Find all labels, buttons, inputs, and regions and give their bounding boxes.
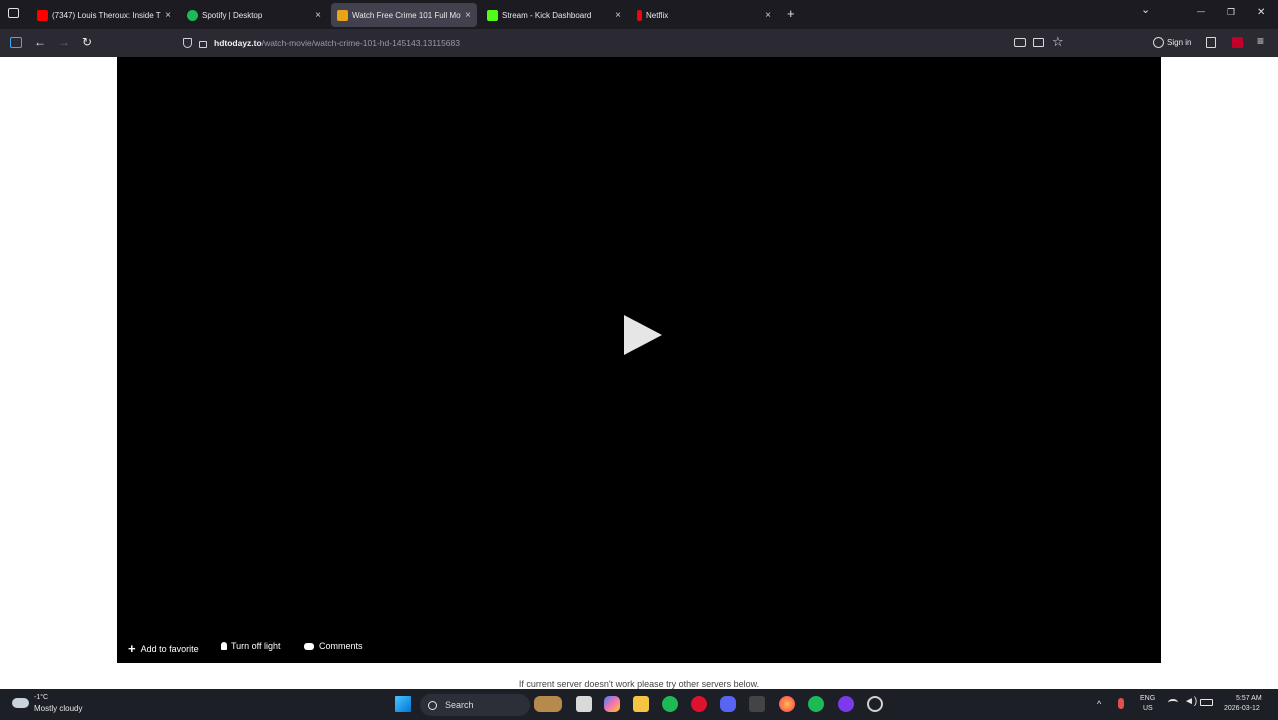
- nav-bar: ← → ↻ hdtodayz.to /watch-movie/watch-cri…: [0, 29, 1278, 57]
- close-window-button[interactable]: ✕: [1257, 7, 1265, 18]
- forward-arrow-icon[interactable]: →: [58, 35, 70, 49]
- tab-netflix[interactable]: Netflix ×: [631, 3, 777, 27]
- maximize-button[interactable]: ❐: [1227, 7, 1235, 18]
- copilot-icon[interactable]: [604, 696, 620, 712]
- discord-icon[interactable]: [720, 696, 736, 712]
- language-top[interactable]: ENG: [1140, 695, 1155, 702]
- new-tab-button[interactable]: +: [787, 6, 795, 21]
- site-icon: [337, 9, 348, 21]
- settings-icon[interactable]: [867, 696, 883, 712]
- tab-watch-movie[interactable]: Watch Free Crime 101 Full Mov ×: [331, 3, 477, 27]
- sign-in-button[interactable]: Sign in: [1167, 38, 1191, 47]
- netflix-icon: [637, 9, 642, 21]
- tab-label: (7347) Louis Theroux: Inside Th: [52, 10, 162, 20]
- tab-strip: (7347) Louis Theroux: Inside Th × Spotif…: [0, 0, 1278, 29]
- sidebar-toggle-icon[interactable]: [10, 37, 22, 48]
- lightbulb-icon: [221, 642, 227, 650]
- task-view-icon[interactable]: [576, 696, 592, 712]
- search-icon: [428, 700, 437, 710]
- minimize-button[interactable]: —: [1197, 7, 1205, 16]
- taskbar-search-box[interactable]: Search: [420, 694, 530, 716]
- tab-label: Stream - Kick Dashboard: [502, 10, 592, 20]
- comments-icon: [304, 642, 314, 650]
- clock-time[interactable]: 5:57 AM: [1236, 695, 1262, 702]
- tab-overflow-icon[interactable]: ⌄: [1141, 3, 1150, 16]
- tab-close-icon[interactable]: ×: [615, 10, 621, 21]
- lock-icon[interactable]: [199, 41, 207, 48]
- volume-icon[interactable]: ◄): [1184, 696, 1197, 707]
- video-player[interactable]: + Add to favorite Turn off light Comment…: [117, 57, 1161, 663]
- reload-icon[interactable]: ↻: [82, 35, 92, 49]
- clock-date[interactable]: 2026-03-12: [1224, 705, 1260, 712]
- weather-temperature[interactable]: -1°C: [34, 694, 48, 701]
- back-arrow-icon[interactable]: ←: [34, 35, 46, 49]
- tab-spotify[interactable]: Spotify | Desktop ×: [181, 3, 327, 27]
- tab-label: Watch Free Crime 101 Full Mov: [352, 10, 462, 20]
- tab-close-icon[interactable]: ×: [315, 10, 321, 21]
- file-explorer-icon[interactable]: [633, 696, 649, 712]
- search-highlight-icon[interactable]: [534, 696, 562, 712]
- wifi-icon[interactable]: [1168, 699, 1178, 706]
- spotify-taskbar-icon[interactable]: [662, 696, 678, 712]
- battery-icon[interactable]: [1200, 699, 1213, 706]
- bookmark-star-icon[interactable]: ☆: [1052, 34, 1064, 50]
- spotify-icon: [187, 9, 198, 21]
- account-icon[interactable]: [1153, 37, 1164, 48]
- add-to-favorite-button[interactable]: + Add to favorite: [128, 641, 199, 656]
- web-page: + Add to favorite Turn off light Comment…: [0, 57, 1278, 689]
- tab-close-icon[interactable]: ×: [165, 10, 171, 21]
- weather-description[interactable]: Mostly cloudy: [34, 704, 82, 713]
- tab-list-icon[interactable]: [8, 8, 19, 18]
- turn-off-light-label: Turn off light: [231, 641, 281, 651]
- microphone-icon[interactable]: [1118, 698, 1124, 709]
- weather-icon[interactable]: [12, 698, 29, 708]
- extension-badge-icon[interactable]: [1232, 37, 1243, 48]
- url-domain: hdtodayz.to: [214, 38, 262, 48]
- comments-button[interactable]: Comments: [304, 641, 363, 651]
- search-label: Search: [445, 700, 474, 710]
- windows-start-icon[interactable]: [395, 696, 411, 712]
- tab-label: Netflix: [646, 10, 669, 20]
- reader-view-icon[interactable]: [1033, 38, 1044, 47]
- url-path: /watch-movie/watch-crime-101-hd-145143.1…: [261, 38, 460, 48]
- obs-icon[interactable]: [838, 696, 854, 712]
- address-bar[interactable]: hdtodayz.to /watch-movie/watch-crime-101…: [176, 32, 1076, 54]
- plus-icon: +: [128, 641, 136, 656]
- tab-close-icon[interactable]: ×: [465, 10, 471, 21]
- comments-label: Comments: [319, 641, 363, 651]
- opera-icon[interactable]: [691, 696, 707, 712]
- epic-games-icon[interactable]: [749, 696, 765, 712]
- youtube-icon: [37, 9, 48, 21]
- tab-youtube[interactable]: (7347) Louis Theroux: Inside Th ×: [31, 3, 177, 27]
- shield-icon[interactable]: [183, 38, 192, 48]
- turn-off-light-button[interactable]: Turn off light: [221, 641, 281, 651]
- firefox-icon[interactable]: [779, 696, 795, 712]
- server-note: If current server doesn't work please tr…: [518, 679, 760, 689]
- taskbar: -1°C Mostly cloudy Search ^ ENG US ◄) 5:…: [0, 689, 1278, 720]
- picture-in-picture-icon[interactable]: [1014, 38, 1026, 47]
- play-icon[interactable]: [624, 315, 662, 355]
- tab-close-icon[interactable]: ×: [765, 10, 771, 21]
- language-bottom[interactable]: US: [1143, 705, 1153, 712]
- add-to-favorite-label: Add to favorite: [140, 643, 199, 654]
- extensions-icon[interactable]: [1206, 37, 1216, 48]
- tab-kick[interactable]: Stream - Kick Dashboard ×: [481, 3, 627, 27]
- kick-icon: [487, 9, 498, 21]
- show-hidden-icons-chevron[interactable]: ^: [1097, 699, 1101, 709]
- menu-icon[interactable]: ≡: [1257, 34, 1264, 48]
- spotify-app-icon[interactable]: [808, 696, 824, 712]
- tab-label: Spotify | Desktop: [202, 10, 263, 20]
